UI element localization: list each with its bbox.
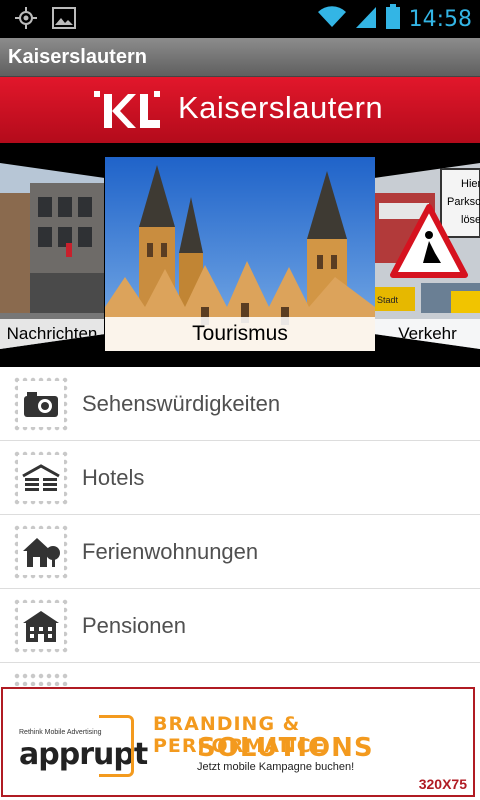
list-item-label: Ferienwohnungen bbox=[82, 538, 259, 564]
list-item-label: Sehenswürdigkeiten bbox=[82, 390, 281, 416]
carousel-card-traffic[interactable]: Hier Parksch löse Stadt Verkehr bbox=[375, 163, 480, 349]
list-item-icon-frame bbox=[12, 670, 70, 686]
tourism-list: Sehenswürdigkeiten Hotels Ferienwohnunge… bbox=[0, 367, 480, 686]
category-carousel[interactable]: Nachrichten Tourismus Hier Parksc löse S… bbox=[0, 143, 480, 367]
ad-headline-2: SOLUTIONS bbox=[197, 733, 374, 763]
ad-banner[interactable]: Rethink Mobile Advertising apprupt BRAND… bbox=[0, 686, 480, 800]
image-icon bbox=[52, 7, 76, 34]
banner-city-name: Kaiserslautern bbox=[178, 90, 384, 125]
action-bar: Kaiserslautern bbox=[0, 38, 480, 77]
sign-small-text: Stadt bbox=[377, 295, 399, 305]
list-item[interactable] bbox=[0, 663, 480, 686]
carousel-card-news[interactable]: Nachrichten bbox=[0, 163, 104, 349]
house-tree-icon bbox=[23, 537, 60, 567]
camera-icon bbox=[24, 391, 58, 417]
carousel-card-tourism[interactable]: Tourismus bbox=[105, 157, 375, 351]
ad-bracket-shape bbox=[99, 715, 134, 777]
list-item[interactable]: Hotels bbox=[0, 441, 480, 515]
status-bar: 14:58 bbox=[0, 0, 480, 38]
kl-logo bbox=[94, 91, 160, 128]
city-banner: Kaiserslautern bbox=[0, 77, 480, 143]
battery-icon bbox=[385, 4, 401, 35]
gps-icon bbox=[14, 6, 38, 35]
sign-text-2: Parksch bbox=[447, 196, 480, 208]
list-item-icon-frame bbox=[12, 596, 70, 655]
list-item[interactable]: Pensionen bbox=[0, 589, 480, 663]
signal-icon bbox=[355, 5, 377, 34]
list-item-icon-frame bbox=[12, 522, 70, 581]
sign-text-1: Hier bbox=[461, 178, 480, 190]
list-item[interactable]: Ferienwohnungen bbox=[0, 515, 480, 589]
list-item-icon-frame bbox=[12, 448, 70, 507]
sign-text-3: löse bbox=[461, 214, 480, 226]
list-item[interactable]: Sehenswürdigkeiten bbox=[0, 367, 480, 441]
ad-size-label: 320X75 bbox=[418, 776, 467, 792]
list-item-label: Pensionen bbox=[82, 612, 186, 638]
wifi-icon bbox=[317, 5, 347, 34]
clock: 14:58 bbox=[408, 7, 472, 32]
hotel-icon bbox=[22, 463, 60, 491]
list-item-icon-frame bbox=[12, 374, 70, 433]
ad-frame: Rethink Mobile Advertising apprupt BRAND… bbox=[1, 687, 475, 797]
list-item-label: Hotels bbox=[82, 464, 145, 490]
carousel-caption-tourism: Tourismus bbox=[105, 317, 375, 351]
ad-tagline: Rethink Mobile Advertising bbox=[19, 729, 102, 736]
app-title: Kaiserslautern bbox=[8, 46, 147, 68]
building-icon bbox=[23, 610, 59, 642]
carousel-caption-traffic: Verkehr bbox=[375, 319, 480, 349]
ad-subline: Jetzt mobile Kampagne buchen! bbox=[197, 761, 355, 773]
carousel-caption-news: Nachrichten bbox=[0, 319, 104, 349]
